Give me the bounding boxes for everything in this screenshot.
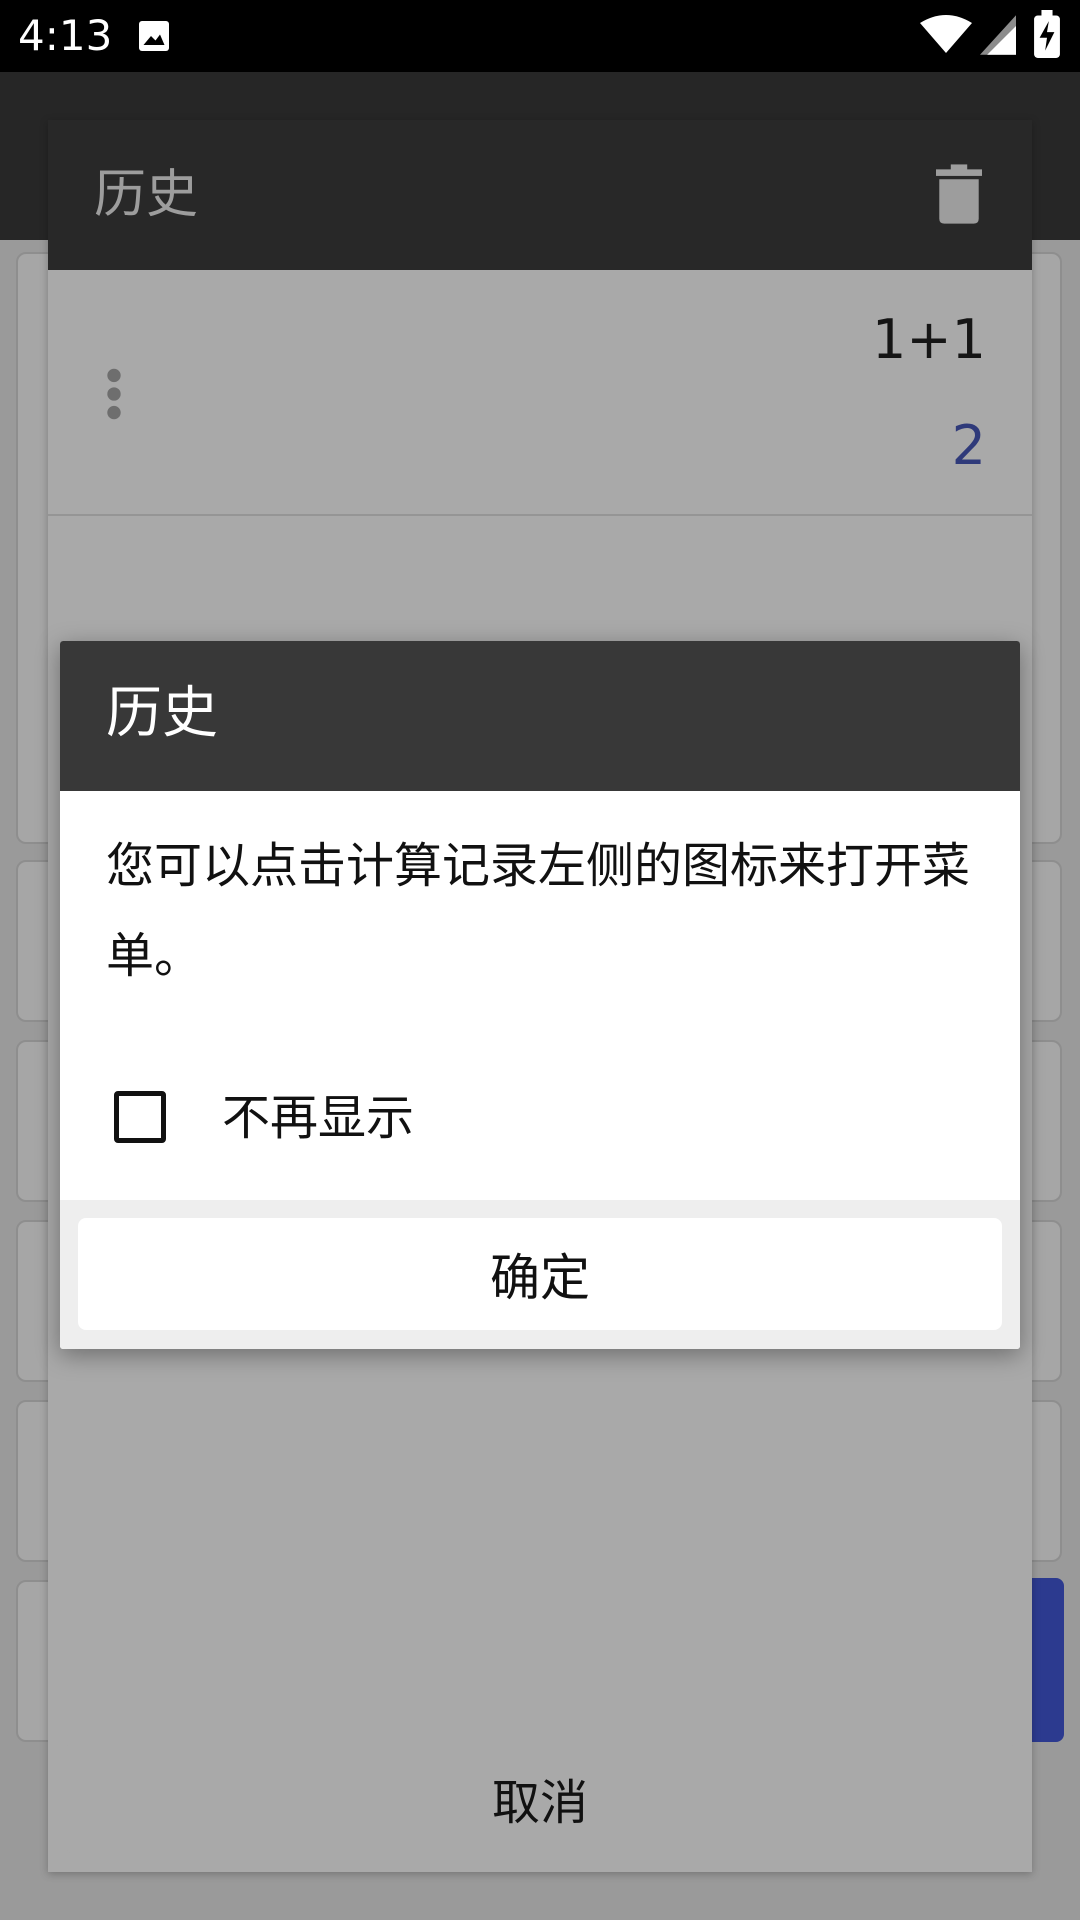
history-footer: 取消	[48, 1722, 1032, 1872]
wifi-icon	[920, 15, 972, 53]
ok-button[interactable]: 确定	[78, 1218, 1002, 1330]
history-result: 2	[951, 414, 986, 477]
dont-show-again-label[interactable]: 不再显示	[222, 1087, 414, 1149]
tip-dialog: 历史 您可以点击计算记录左侧的图标来打开菜单。 不再显示 确定	[60, 641, 1020, 1349]
status-time: 4:13	[18, 11, 113, 60]
history-title: 历史	[94, 165, 199, 225]
dialog-button-bar: 确定	[60, 1200, 1020, 1349]
cell-signal-icon	[980, 15, 1016, 55]
history-expression: 1+1	[872, 308, 986, 371]
battery-charging-icon	[1034, 10, 1060, 58]
history-header: 历史	[48, 120, 1032, 270]
image-notification-icon	[139, 21, 169, 51]
dialog-title: 历史	[106, 681, 218, 746]
history-entry[interactable]: 1+1 2	[48, 270, 1032, 516]
status-bar: 4:13	[0, 0, 1080, 72]
trash-icon[interactable]	[936, 164, 982, 224]
more-vert-icon[interactable]	[106, 368, 122, 420]
dont-show-again-checkbox[interactable]	[114, 1091, 166, 1143]
cancel-button[interactable]: 取消	[66, 1742, 1014, 1854]
dialog-header: 历史	[60, 641, 1020, 791]
dialog-message: 您可以点击计算记录左侧的图标来打开菜单。	[106, 838, 971, 984]
